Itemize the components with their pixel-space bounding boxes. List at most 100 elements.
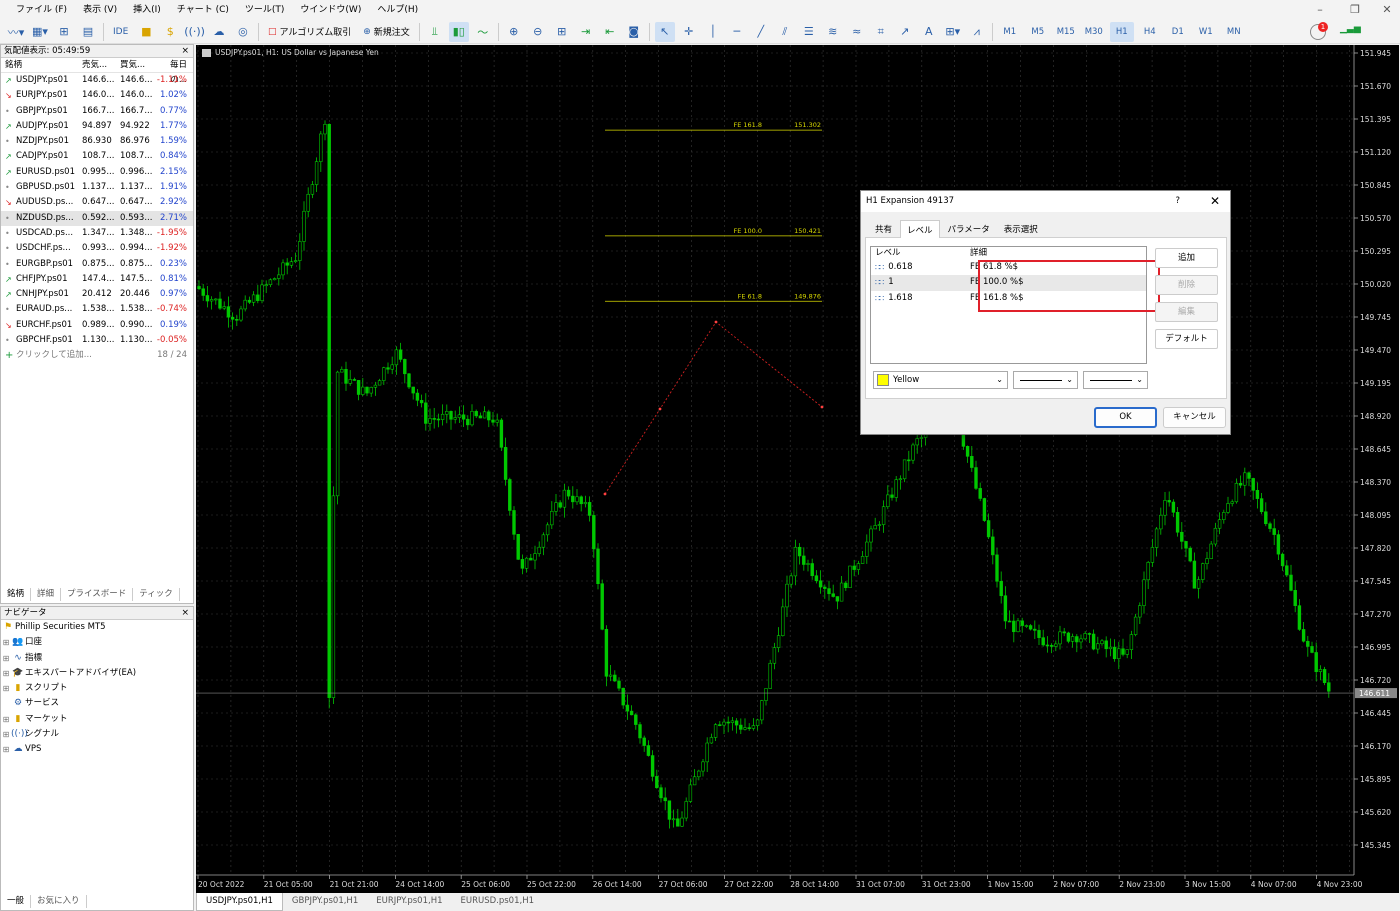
lock-icon[interactable]: ■ bbox=[136, 22, 156, 42]
timeframe-m15[interactable]: M15 bbox=[1054, 22, 1078, 42]
chart-tab-eurusd[interactable]: EURUSD.ps01,H1 bbox=[452, 893, 544, 911]
text-icon[interactable]: A bbox=[919, 22, 939, 42]
timeframe-h4[interactable]: H4 bbox=[1138, 22, 1162, 42]
chart-shift-icon[interactable]: ⇤ bbox=[600, 22, 620, 42]
restore-icon[interactable]: ❐ bbox=[1340, 0, 1370, 20]
timeframe-m30[interactable]: M30 bbox=[1082, 22, 1106, 42]
chart-menu-icon[interactable] bbox=[202, 48, 211, 57]
symbol-row[interactable]: ↘ EURJPY.ps01 146.0... 146.0... 1.02% bbox=[1, 88, 193, 103]
ok-button[interactable]: OK bbox=[1094, 407, 1157, 428]
dollar-icon[interactable]: $ bbox=[160, 22, 180, 42]
nav-item-services[interactable]: ⚙ サービス bbox=[1, 696, 193, 711]
nav-item-vps[interactable]: ⊞ ☁ VPS bbox=[1, 742, 193, 757]
chart-tab-eurjpy[interactable]: EURJPY.ps01,H1 bbox=[367, 893, 451, 911]
menu-window[interactable]: ウインドウ(W) bbox=[292, 0, 369, 20]
signal-icon[interactable]: ((·)) bbox=[184, 22, 205, 42]
close-icon[interactable]: × bbox=[181, 45, 189, 58]
navigator-icon[interactable]: ▤ bbox=[78, 22, 98, 42]
timeframe-m5[interactable]: M5 bbox=[1026, 22, 1050, 42]
horizontal-line-icon[interactable]: ─ bbox=[727, 22, 747, 42]
navigator-root[interactable]: ⚑ Phillip Securities MT5 bbox=[1, 620, 193, 635]
new-chart-icon[interactable]: 〰▾ bbox=[6, 22, 26, 42]
vps-icon[interactable]: ◎ bbox=[233, 22, 253, 42]
symbol-row[interactable]: • USDCHF.ps... 0.993... 0.994... -1.92% bbox=[1, 241, 193, 256]
tab-ticks[interactable]: ティック bbox=[133, 588, 180, 601]
auto-scroll-icon[interactable]: ⇥ bbox=[576, 22, 596, 42]
candle-chart-icon[interactable]: ▮▯ bbox=[448, 21, 469, 42]
tab-details[interactable]: 詳細 bbox=[31, 588, 62, 601]
gann-icon[interactable]: ≋ bbox=[823, 22, 843, 42]
levels-list[interactable]: レベル 詳細 ∷∷ 0.618 FE 61.8 %$ ∷∷ 1 FE 100.0 %… bbox=[870, 246, 1160, 364]
symbol-row[interactable]: • GBPUSD.ps01 1.137... 1.137... 1.91% bbox=[1, 180, 193, 195]
new-order-button[interactable]: ⊕ 新規注文 bbox=[359, 22, 414, 42]
menu-insert[interactable]: 挿入(I) bbox=[125, 0, 169, 20]
chart-canvas[interactable]: 151.945 151.670 151.395 151.120 150.845 150.5… bbox=[196, 45, 1399, 893]
indicators-icon[interactable]: ⩘ bbox=[967, 22, 987, 42]
symbol-row[interactable]: • USDCAD.ps... 1.347... 1.348... -1.95% bbox=[1, 226, 193, 241]
fibonacci-icon[interactable]: ☰ bbox=[799, 22, 819, 42]
tab-parameters[interactable]: パラメータ bbox=[942, 220, 996, 238]
tab-general[interactable]: 一般 bbox=[1, 895, 32, 908]
tab-priceboard[interactable]: プライスボード bbox=[61, 588, 134, 601]
symbol-row[interactable]: ↗ CNHJPY.ps01 20.412 20.446 0.97% bbox=[1, 287, 193, 302]
cursor-icon[interactable]: ↖ bbox=[654, 21, 675, 42]
menu-tools[interactable]: ツール(T) bbox=[237, 0, 293, 20]
symbol-row[interactable]: • GBPJPY.ps01 166.7... 166.7... 0.77% bbox=[1, 104, 193, 119]
symbol-row[interactable]: • GBPCHF.ps01 1.130... 1.130... -0.05% bbox=[1, 333, 193, 348]
chart-tab-gbpjpy[interactable]: GBPJPY.ps01,H1 bbox=[283, 893, 367, 911]
add-button[interactable]: 追加 bbox=[1155, 248, 1218, 268]
menu-chart[interactable]: チャート (C) bbox=[169, 0, 237, 20]
elliott-icon[interactable]: ≈ bbox=[847, 22, 867, 42]
symbol-row[interactable]: ↘ EURCHF.ps01 0.989... 0.990... 0.19% bbox=[1, 318, 193, 333]
shapes-icon[interactable]: ⌗ bbox=[871, 22, 891, 42]
timeframe-h1[interactable]: H1 bbox=[1109, 21, 1134, 42]
add-symbol-row[interactable]: + クリックして追加... 18 / 24 bbox=[1, 348, 193, 363]
bar-chart-icon[interactable]: ⫫ bbox=[425, 22, 445, 42]
line-chart-icon[interactable]: 〜 bbox=[473, 22, 493, 42]
algo-trading-button[interactable]: □ アルゴリズム取引 bbox=[264, 22, 355, 42]
menu-file[interactable]: ファイル (F) bbox=[8, 0, 75, 20]
cancel-button[interactable]: キャンセル bbox=[1163, 407, 1226, 428]
close-icon[interactable]: ✕ bbox=[1210, 191, 1220, 212]
nav-item-signals[interactable]: ⊞ ((·)) シグナル bbox=[1, 727, 193, 742]
symbol-row[interactable]: • EURAUD.ps... 1.538... 1.538... -0.74% bbox=[1, 302, 193, 317]
symbol-row[interactable]: ↗ EURUSD.ps01 0.995... 0.996... 2.15% bbox=[1, 165, 193, 180]
edit-button[interactable]: 編集 bbox=[1155, 302, 1218, 322]
close-icon[interactable]: × bbox=[181, 607, 189, 620]
delete-button[interactable]: 削除 bbox=[1155, 275, 1218, 295]
tab-visualization[interactable]: 表示選択 bbox=[998, 220, 1044, 238]
tab-levels[interactable]: レベル bbox=[900, 220, 940, 238]
cloud-icon[interactable]: ☁ bbox=[209, 22, 229, 42]
menu-view[interactable]: 表示 (V) bbox=[75, 0, 125, 20]
timeframe-mn[interactable]: MN bbox=[1222, 22, 1246, 42]
color-select[interactable]: Yellow ⌄ bbox=[873, 371, 1008, 389]
channel-icon[interactable]: ⫽ bbox=[775, 22, 795, 42]
vertical-line-icon[interactable]: │ bbox=[703, 22, 723, 42]
symbol-row[interactable]: • NZDUSD.ps... 0.592... 0.593... 2.71% bbox=[1, 210, 193, 226]
price-chart[interactable]: 151.945 151.670 151.395 151.120 150.845 150.5… bbox=[196, 45, 1399, 893]
symbol-row[interactable]: ↘ AUDUSD.ps... 0.647... 0.647... 2.92% bbox=[1, 195, 193, 210]
arrows-icon[interactable]: ↗ bbox=[895, 22, 915, 42]
tab-symbols[interactable]: 銘柄 bbox=[1, 588, 32, 601]
tab-favorites[interactable]: お気に入り bbox=[31, 895, 87, 908]
default-button[interactable]: デフォルト bbox=[1155, 329, 1218, 349]
timeframe-w1[interactable]: W1 bbox=[1194, 22, 1218, 42]
symbol-row[interactable]: ↗ USDJPY.ps01 146.6... 146.6... -1.11% bbox=[1, 73, 193, 88]
nav-item-accounts[interactable]: ⊞ 👥 口座 bbox=[1, 635, 193, 650]
line-style-select[interactable]: ⌄ bbox=[1013, 371, 1078, 389]
nav-item-indicators[interactable]: ⊞ ∿ 指標 bbox=[1, 651, 193, 666]
nav-item-experts[interactable]: ⊞ 🎓 エキスパートアドバイザ(EA) bbox=[1, 666, 193, 681]
screenshot-icon[interactable]: ◙ bbox=[624, 22, 644, 42]
symbol-row[interactable]: ↗ CHFJPY.ps01 147.4... 147.5... 0.81% bbox=[1, 272, 193, 287]
zoom-out-icon[interactable]: ⊖ bbox=[528, 22, 548, 42]
line-width-select[interactable]: ⌄ bbox=[1083, 371, 1148, 389]
market-watch-icon[interactable]: ⊞ bbox=[54, 22, 74, 42]
symbol-row[interactable]: • EURGBP.ps01 0.875... 0.875... 0.23% bbox=[1, 257, 193, 272]
menu-help[interactable]: ヘルプ(H) bbox=[369, 0, 426, 20]
close-icon[interactable]: ✕ bbox=[1372, 0, 1400, 20]
nav-item-scripts[interactable]: ⊞ ▮ スクリプト bbox=[1, 681, 193, 696]
minimize-icon[interactable]: – bbox=[1305, 0, 1335, 20]
symbol-row[interactable]: ↗ AUDJPY.ps01 94.897 94.922 1.77% bbox=[1, 119, 193, 134]
ide-button[interactable]: IDE bbox=[109, 22, 132, 42]
objects-icon[interactable]: ⊞▾ bbox=[943, 22, 963, 42]
